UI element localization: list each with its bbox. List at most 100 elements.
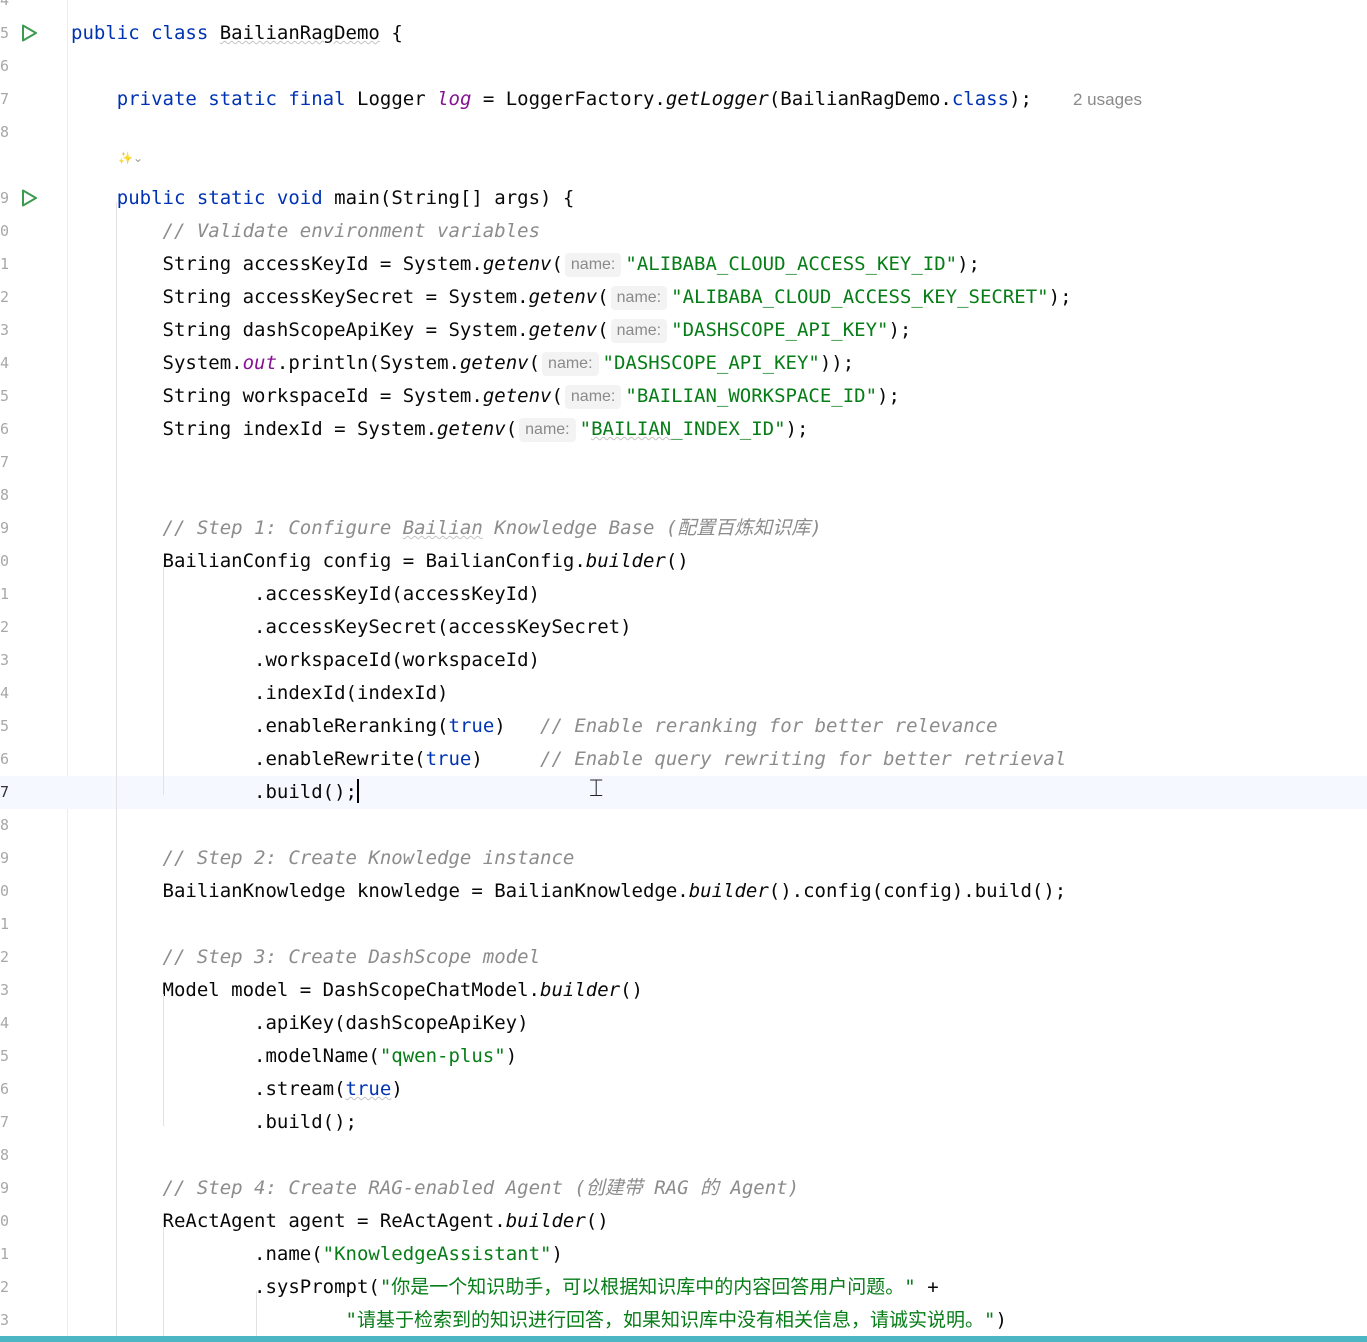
code-line[interactable]: 1 <box>0 908 1367 941</box>
code-line[interactable]: 5 .enableReranking(true) // Enable reran… <box>0 710 1367 743</box>
code-editor[interactable]: 4 5 public class BailianRagDemo { 6 7 privat… <box>0 0 1367 1342</box>
code-text[interactable]: String accessKeyId = System.getenv(name:… <box>71 248 980 281</box>
code-line[interactable]: 3 String dashScopeApiKey = System.getenv… <box>0 314 1367 347</box>
code-line[interactable]: 7 <box>0 446 1367 479</box>
code-line[interactable]: 4 System.out.println(System.getenv(name:… <box>0 347 1367 380</box>
code-line[interactable]: 8 <box>0 1139 1367 1172</box>
code-line[interactable]: 4 <box>0 0 1367 17</box>
code-text[interactable]: "请基于检索到的知识进行回答，如果知识库中没有相关信息，请诚实说明。") <box>71 1304 1007 1337</box>
code-line[interactable]: 1 .accessKeyId(accessKeyId) <box>0 578 1367 611</box>
code-line[interactable]: 6 .stream(true) <box>0 1073 1367 1106</box>
code-line[interactable]: 5 public class BailianRagDemo { <box>0 17 1367 50</box>
code-line[interactable]: 0 ReActAgent agent = ReActAgent.builder(… <box>0 1205 1367 1238</box>
code-line[interactable]: 9 public static void main(String[] args)… <box>0 182 1367 215</box>
code-text[interactable]: System.out.println(System.getenv(name: "D… <box>71 347 854 380</box>
code-text[interactable]: .enableRewrite(true) // Enable query rew… <box>71 743 1066 776</box>
code-line[interactable]: 6 String indexId = System.getenv(name: "B… <box>0 413 1367 446</box>
code-text[interactable]: .build(); <box>71 776 359 809</box>
code-line[interactable]: 0 BailianConfig config = BailianConfig.b… <box>0 545 1367 578</box>
code-token: true <box>345 1078 392 1100</box>
code-text[interactable]: // Step 4: Create RAG-enabled Agent (创建带… <box>71 1172 800 1205</box>
code-line[interactable]: 8 <box>0 809 1367 842</box>
code-text[interactable]: // Step 3: Create DashScope model <box>71 941 541 974</box>
code-text[interactable]: .enableReranking(true) // Enable reranki… <box>71 710 998 743</box>
code-line[interactable]: 2 String accessKeySecret = System.getenv… <box>0 281 1367 314</box>
line-number: 7 <box>0 1113 10 1131</box>
line-number: 2 <box>0 618 10 636</box>
line-number: 3 <box>0 321 10 339</box>
code-token: .sysPrompt( <box>71 1276 380 1298</box>
code-text[interactable]: .build(); <box>71 1106 357 1139</box>
run-gutter-icon[interactable] <box>19 188 39 208</box>
code-text[interactable]: public static void main(String[] args) { <box>71 182 575 215</box>
code-token: log <box>437 88 472 110</box>
code-token: getenv <box>437 418 506 440</box>
code-text[interactable]: // Step 1: Configure Bailian Knowledge B… <box>71 512 822 545</box>
code-line[interactable]: 2 .accessKeySecret(accessKeySecret) <box>0 611 1367 644</box>
line-number: 0 <box>0 1212 10 1230</box>
code-line[interactable]: 1 String accessKeyId = System.getenv(nam… <box>0 248 1367 281</box>
run-gutter-icon[interactable] <box>19 23 39 43</box>
code-text[interactable]: // Validate environment variables <box>71 215 541 248</box>
code-text[interactable]: String dashScopeApiKey = System.getenv(n… <box>71 314 911 347</box>
code-line[interactable]: 6 <box>0 50 1367 83</box>
code-text[interactable]: .stream(true) <box>71 1073 403 1106</box>
code-line[interactable]: 5 String workspaceId = System.getenv(nam… <box>0 380 1367 413</box>
code-text[interactable]: .accessKeyId(accessKeyId) <box>71 578 540 611</box>
line-number: 1 <box>0 915 10 933</box>
code-line[interactable]: 6 .enableRewrite(true) // Enable query r… <box>0 743 1367 776</box>
code-text[interactable]: String indexId = System.getenv(name: "BAI… <box>71 413 808 446</box>
code-line[interactable]: 7 .build(); <box>0 1106 1367 1139</box>
code-text[interactable]: String workspaceId = System.getenv(name:… <box>71 380 900 413</box>
code-text[interactable]: private static final Logger log = Logger… <box>71 83 1032 116</box>
code-text[interactable]: .modelName("qwen-plus") <box>71 1040 517 1073</box>
code-line[interactable]: 0 // Validate environment variables <box>0 215 1367 248</box>
code-text[interactable]: .sysPrompt("你是一个知识助手，可以根据知识库中的内容回答用户问题。"… <box>71 1271 939 1304</box>
usages-inlay[interactable]: 2 usages <box>1073 83 1142 116</box>
code-line[interactable]: 9 // Step 1: Configure Bailian Knowledge… <box>0 512 1367 545</box>
line-number: 0 <box>0 552 10 570</box>
code-token: .modelName( <box>71 1045 380 1067</box>
code-line[interactable]: 9 // Step 2: Create Knowledge instance <box>0 842 1367 875</box>
code-text[interactable]: ReActAgent agent = ReActAgent.builder() <box>71 1205 609 1238</box>
code-line[interactable]: 8 <box>0 116 1367 149</box>
code-token: main(String[] args) { <box>334 187 575 209</box>
code-text[interactable]: .apiKey(dashScopeApiKey) <box>71 1007 529 1040</box>
code-text[interactable]: .name("KnowledgeAssistant") <box>71 1238 563 1271</box>
code-line[interactable]: 3 Model model = DashScopeChatModel.build… <box>0 974 1367 1007</box>
code-token: ReActAgent agent = ReActAgent. <box>71 1210 506 1232</box>
line-number: 1 <box>0 1245 10 1263</box>
code-line[interactable]: 4 .apiKey(dashScopeApiKey) <box>0 1007 1367 1040</box>
code-text[interactable]: .workspaceId(workspaceId) <box>71 644 540 677</box>
code-line[interactable]: 8 <box>0 479 1367 512</box>
code-text[interactable]: Model model = DashScopeChatModel.builder… <box>71 974 643 1007</box>
code-line[interactable]: 0 BailianKnowledge knowledge = BailianKn… <box>0 875 1367 908</box>
code-text[interactable]: String accessKeySecret = System.getenv(n… <box>71 281 1072 314</box>
code-line[interactable]: 9 // Step 4: Create RAG-enabled Agent (创… <box>0 1172 1367 1205</box>
line-number: 6 <box>0 57 10 75</box>
code-line[interactable]: 1 .name("KnowledgeAssistant") <box>0 1238 1367 1271</box>
code-token: ); <box>1009 88 1032 110</box>
code-line[interactable]: 3 "请基于检索到的知识进行回答，如果知识库中没有相关信息，请诚实说明。") <box>0 1304 1367 1337</box>
code-text[interactable]: // Step 2: Create Knowledge instance <box>71 842 575 875</box>
code-line[interactable]: 2 .sysPrompt("你是一个知识助手，可以根据知识库中的内容回答用户问题… <box>0 1271 1367 1304</box>
code-text[interactable]: .indexId(indexId) <box>71 677 448 710</box>
code-line[interactable]: 3 .workspaceId(workspaceId) <box>0 644 1367 677</box>
code-text[interactable]: BailianKnowledge knowledge = BailianKnow… <box>71 875 1067 908</box>
code-text[interactable]: .accessKeySecret(accessKeySecret) <box>71 611 632 644</box>
code-token: Bailian <box>402 517 483 539</box>
code-line[interactable]: 7 private static final Logger log = Logg… <box>0 83 1367 116</box>
code-line[interactable]: 4 .indexId(indexId) <box>0 677 1367 710</box>
code-token: public <box>116 187 197 209</box>
code-line[interactable]: 5 .modelName("qwen-plus") <box>0 1040 1367 1073</box>
code-text[interactable]: public class BailianRagDemo { <box>71 17 403 50</box>
code-line[interactable] <box>0 149 1367 182</box>
code-token: .workspaceId(workspaceId) <box>71 649 540 671</box>
code-token: String accessKeyId = System. <box>71 253 483 275</box>
code-token: "DASHSCOPE_API_KEY" <box>671 319 889 341</box>
code-line[interactable]: 2 // Step 3: Create DashScope model <box>0 941 1367 974</box>
line-number: 1 <box>0 585 10 603</box>
code-line[interactable]: 7 .build(); <box>0 776 1367 809</box>
ai-actions-inline-button[interactable]: ✨⌄ <box>118 146 143 170</box>
